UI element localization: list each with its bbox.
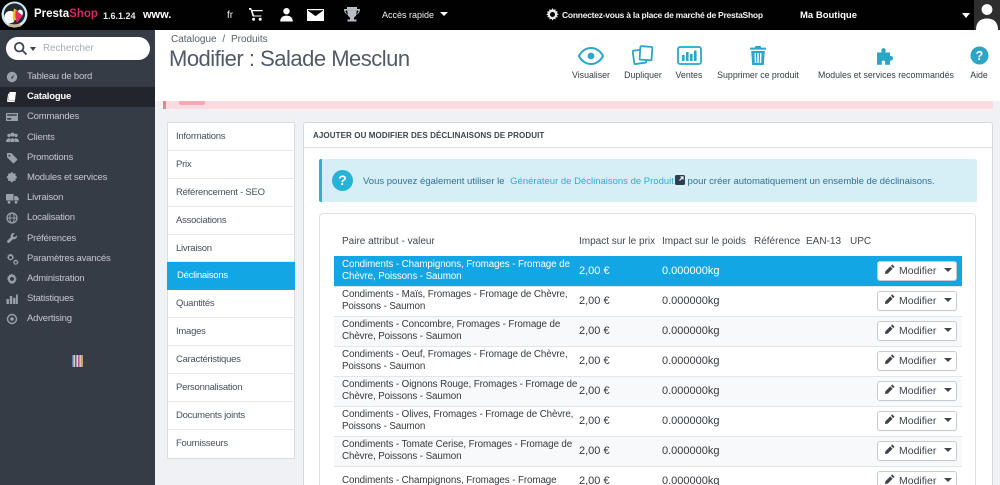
svg-text:?: ? (975, 49, 983, 63)
